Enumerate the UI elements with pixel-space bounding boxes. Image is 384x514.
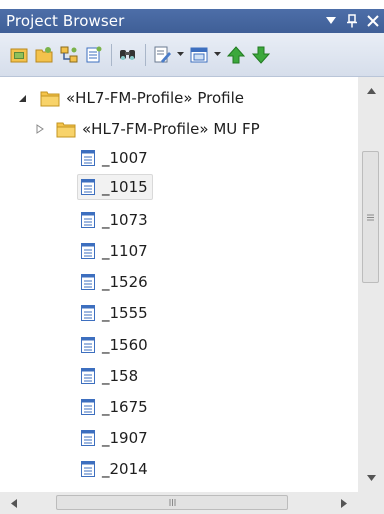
tree-item-label: _1007 <box>102 149 148 167</box>
tree-item[interactable]: _2014 <box>80 454 148 484</box>
close-icon[interactable] <box>366 13 380 29</box>
document-icon <box>80 336 96 354</box>
dropdown-icon[interactable] <box>324 13 338 29</box>
scrollbar-corner <box>358 492 384 514</box>
tree-item-label: _1675 <box>102 398 148 416</box>
find-icon[interactable] <box>117 44 139 66</box>
tree-item-partial[interactable] <box>80 485 96 492</box>
pin-icon[interactable] <box>345 13 359 29</box>
edit-properties-icon[interactable] <box>151 44 173 66</box>
document-icon <box>80 149 96 167</box>
document-icon <box>80 460 96 478</box>
chevron-down-icon[interactable] <box>176 44 185 66</box>
tree-item[interactable]: _1675 <box>80 392 148 422</box>
collapsed-triangle-icon[interactable] <box>34 123 46 135</box>
tree-item-label: _1907 <box>102 429 148 447</box>
project-tree: «HL7-FM-Profile» Profile «HL7-FM-Profile… <box>0 77 358 492</box>
tree-item-label: _158 <box>102 367 139 385</box>
folder-icon <box>56 121 76 138</box>
scroll-down-icon[interactable] <box>358 468 384 488</box>
tree-item[interactable]: _1560 <box>80 330 148 360</box>
tree-item-label: _2014 <box>102 460 148 478</box>
toolbar <box>0 33 384 77</box>
tree-item-selected[interactable]: _1015 <box>77 172 153 202</box>
tree-item-label: _1526 <box>102 273 148 291</box>
document-icon <box>80 367 96 385</box>
document-icon <box>80 398 96 416</box>
move-down-icon[interactable] <box>250 44 272 66</box>
move-up-icon[interactable] <box>225 44 247 66</box>
tree-item[interactable]: _1007 <box>80 143 148 173</box>
tree-node-root-package[interactable]: «HL7-FM-Profile» Profile <box>16 83 244 113</box>
new-diagram-icon[interactable] <box>58 44 80 66</box>
horizontal-scrollbar[interactable] <box>0 492 358 514</box>
toolbar-separator <box>111 43 112 66</box>
panel-controls <box>324 13 380 29</box>
tree-item[interactable]: _1073 <box>80 205 148 235</box>
tree-item[interactable]: _158 <box>80 361 138 391</box>
document-icon <box>80 304 96 322</box>
tree-item-label: _1555 <box>102 304 148 322</box>
tree-node-child-package[interactable]: «HL7-FM-Profile» MU FP <box>34 114 260 144</box>
scroll-left-icon[interactable] <box>4 492 24 514</box>
expanded-triangle-icon[interactable] <box>16 92 28 104</box>
document-icon <box>80 211 96 229</box>
horizontal-scroll-thumb[interactable] <box>56 495 288 510</box>
panel-title-bar: Project Browser <box>0 9 384 33</box>
document-icon <box>80 273 96 291</box>
tree-item[interactable]: _1907 <box>80 423 148 453</box>
selection-highlight: _1015 <box>77 174 153 200</box>
tree-item-label: _1560 <box>102 336 148 354</box>
project-browser-panel: Project Browser «HL7-FM-Profile» Profile… <box>0 0 384 514</box>
tree-item-label: _1015 <box>102 178 148 196</box>
vertical-scroll-thumb[interactable] <box>362 151 379 283</box>
new-element-icon[interactable] <box>83 44 105 66</box>
vertical-scrollbar[interactable] <box>358 77 384 492</box>
tree-node-label: «HL7-FM-Profile» Profile <box>66 89 244 107</box>
tree-node-label: «HL7-FM-Profile» MU FP <box>82 120 260 138</box>
tree-item[interactable]: _1555 <box>80 298 148 328</box>
toolbar-separator <box>145 43 146 66</box>
tree-item[interactable]: _1107 <box>80 236 148 266</box>
chevron-down-icon[interactable] <box>213 44 222 66</box>
tree-item[interactable]: _1526 <box>80 267 148 297</box>
new-model-icon[interactable] <box>8 44 30 66</box>
document-icon <box>80 178 96 196</box>
scroll-up-icon[interactable] <box>358 81 384 101</box>
scroll-right-icon[interactable] <box>334 492 354 514</box>
view-options-icon[interactable] <box>188 44 210 66</box>
tree-item-label: _1073 <box>102 211 148 229</box>
tree-item-label: _1107 <box>102 242 148 260</box>
document-icon <box>80 429 96 447</box>
document-icon <box>80 242 96 260</box>
folder-icon <box>40 90 60 107</box>
new-package-icon[interactable] <box>33 44 55 66</box>
panel-title: Project Browser <box>6 12 125 30</box>
